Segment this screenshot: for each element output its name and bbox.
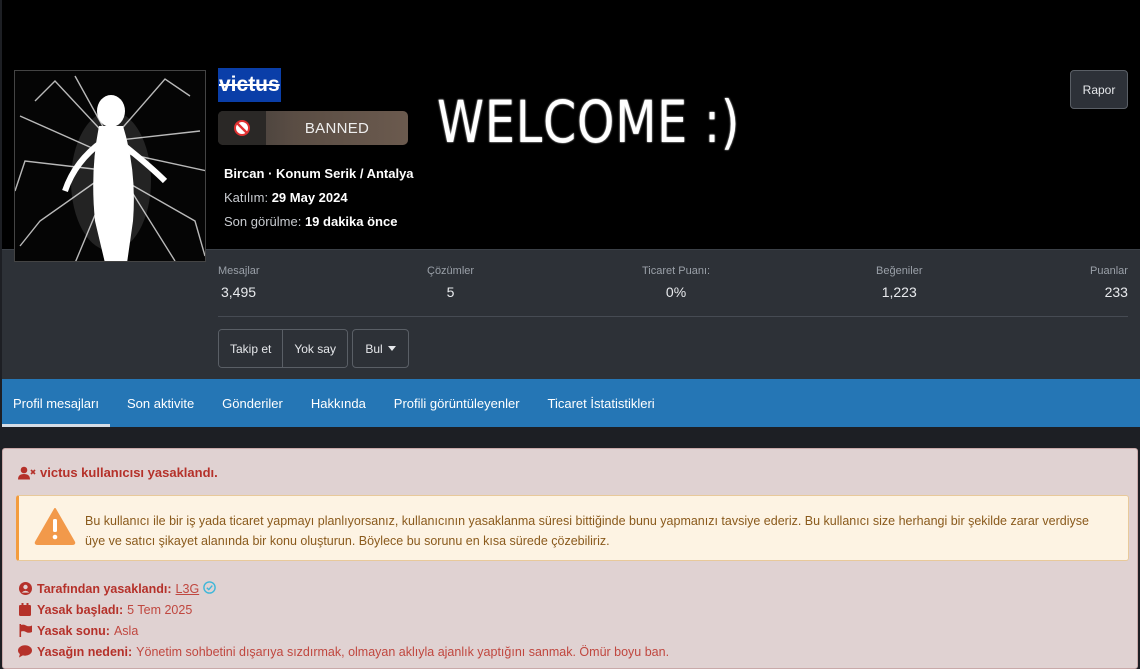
stat-value: 5 (446, 284, 455, 300)
ban-row-banned-by: Tarafından yasaklandı: L3G (18, 578, 669, 599)
ban-icon (218, 111, 266, 145)
tab-profile-posts[interactable]: Profil mesajları (2, 379, 110, 427)
follow-ignore-group: Takip et Yok say (218, 329, 348, 368)
user-ban-icon (18, 466, 36, 480)
ban-notice-title-text: victus kullanıcısı yasaklandı. (40, 465, 218, 480)
stat-label: Çözümler (427, 265, 475, 277)
banned-by-label: Tarafından yasaklandı: (37, 581, 172, 596)
user-circle-icon (18, 582, 32, 596)
stat-value: 3,495 (221, 284, 257, 300)
profile-stats: Mesajlar 3,495 Çözümler 5 Ticaret Puanı:… (2, 249, 1140, 379)
find-label: Bul (365, 341, 383, 356)
ban-start-label: Yasak başladı: (37, 602, 124, 617)
profile-username: victus (218, 68, 281, 102)
ban-end-value: Asla (113, 623, 139, 638)
ban-row-start: Yasak başladı: 5 Tem 2025 (18, 599, 669, 620)
ban-details: Tarafından yasaklandı: L3G Yasak başladı… (18, 578, 669, 662)
profile-name: Bircan (224, 166, 265, 181)
ban-row-reason: Yasağın nedeni: Yönetim sohbetini dışarı… (18, 641, 669, 662)
ban-reason-value: Yönetim sohbetini dışarıya sızdırmak, ol… (136, 644, 670, 659)
profile-joined: Katılım: 29 May 2024 (224, 190, 348, 205)
stats-divider (218, 316, 1128, 317)
profile-tabs: Profil mesajları Son aktivite Gönderiler… (2, 379, 1140, 427)
last-seen-label: Son görülme: (224, 214, 302, 229)
tab-trade-statistics[interactable]: Ticaret İstatistikleri (537, 379, 666, 427)
stat-value: 1,223 (881, 284, 917, 300)
find-dropdown-button[interactable]: Bul (352, 329, 409, 368)
ban-notice: victus kullanıcısı yasaklandı. Bu kullan… (2, 448, 1138, 669)
profile-location: Konum Serik / Antalya (276, 166, 414, 181)
warning-text: Bu kullanıcı ile bir iş yada ticaret yap… (85, 514, 1089, 548)
comment-icon (18, 645, 32, 659)
banner-welcome-text: WELCOME :) (437, 88, 741, 156)
last-seen-value: 19 dakika önce (304, 214, 398, 229)
verified-badge-icon (203, 580, 216, 597)
avatar-image (15, 71, 205, 261)
banned-by-user-link[interactable]: L3G (176, 582, 200, 596)
ban-row-end: Yasak sonu: Asla (18, 620, 669, 641)
banned-badge: BANNED (218, 111, 408, 145)
ban-end-label: Yasak sonu: (37, 623, 110, 638)
stat-value: 233 (1104, 284, 1128, 300)
stat-solutions[interactable]: Çözümler 5 (427, 265, 474, 300)
ban-start-value: 5 Tem 2025 (127, 602, 193, 617)
tab-latest-activity[interactable]: Son aktivite (116, 379, 205, 427)
warning-triangle-icon (34, 507, 76, 550)
ban-notice-title: victus kullanıcısı yasaklandı. (18, 465, 218, 480)
stat-label: Beğeniler (876, 265, 923, 277)
stat-label: Mesajlar (218, 265, 260, 277)
calendar-icon (18, 603, 32, 617)
stat-label: Ticaret Puanı: (642, 265, 711, 277)
stat-points[interactable]: Puanlar 233 (1090, 265, 1128, 300)
profile-name-location: Bircan · Konum Serik / Antalya (224, 166, 414, 181)
follow-button[interactable]: Takip et (219, 330, 283, 367)
report-button[interactable]: Rapor (1070, 70, 1128, 109)
tab-profile-viewers[interactable]: Profili görüntüleyenler (383, 379, 531, 427)
flag-icon (18, 624, 32, 638)
stat-value: 0% (665, 284, 687, 300)
stat-likes[interactable]: Beğeniler 1,223 (876, 265, 922, 300)
banned-badge-label: BANNED (304, 119, 370, 137)
ban-reason-label: Yasağın nedeni: (37, 644, 133, 659)
stat-trade-score[interactable]: Ticaret Puanı: 0% (642, 265, 710, 300)
ignore-button[interactable]: Yok say (282, 330, 347, 367)
avatar[interactable] (14, 70, 206, 262)
warning-box: Bu kullanıcı ile bir iş yada ticaret yap… (16, 495, 1129, 561)
tab-about[interactable]: Hakkında (300, 379, 377, 427)
profile-last-seen: Son görülme: 19 dakika önce (224, 214, 397, 229)
stat-label: Puanlar (1090, 265, 1128, 277)
joined-value: 29 May 2024 (271, 190, 348, 205)
tab-postings[interactable]: Gönderiler (211, 379, 294, 427)
joined-label: Katılım: (224, 190, 269, 205)
caret-down-icon (387, 346, 396, 351)
stat-messages[interactable]: Mesajlar 3,495 (218, 265, 260, 300)
